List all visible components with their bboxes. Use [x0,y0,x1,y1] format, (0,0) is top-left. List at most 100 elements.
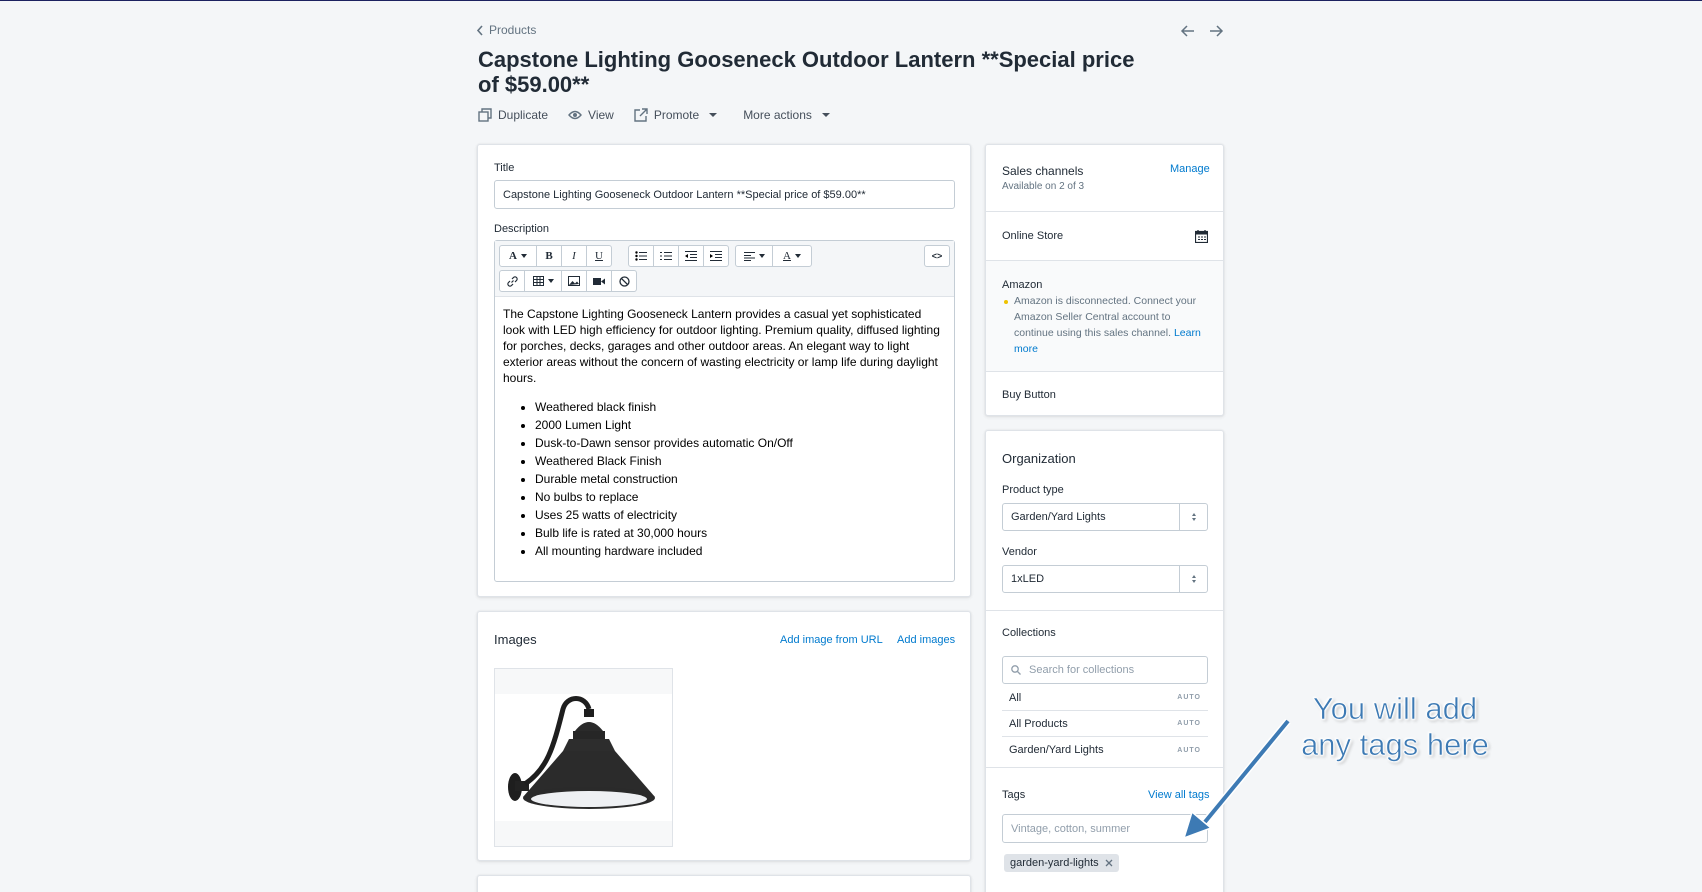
auto-badge: AUTO [1177,694,1201,701]
numbered-list-icon[interactable] [653,245,679,267]
sales-channels-heading: Sales channels [1002,164,1084,178]
description-editor: A B I U A <> The Capstone Lighting Goose… [494,240,955,582]
images-heading: Images [494,632,537,647]
more-actions-button[interactable]: More actions [743,108,830,122]
title-field[interactable]: Capstone Lighting Gooseneck Outdoor Lant… [494,180,955,209]
view-label: View [588,108,614,122]
bold-button[interactable]: B [536,245,562,267]
feature-item: Dusk-to-Dawn sensor provides automatic O… [535,434,946,452]
product-type-select[interactable]: Garden/Yard Lights [1002,503,1208,531]
caret-down-icon [709,113,718,117]
table-icon[interactable] [524,270,562,292]
description-paragraph: The Capstone Lighting Gooseneck Lantern … [503,307,940,385]
product-pager [1180,23,1224,39]
breadcrumb[interactable]: Products [476,23,536,37]
previous-product-icon[interactable] [1180,23,1196,39]
vendor-value: 1xLED [1011,573,1045,585]
toolbar-group-align: A [735,245,812,267]
title-field-value: Capstone Lighting Gooseneck Outdoor Lant… [503,188,866,201]
feature-item: Weathered black finish [535,398,946,416]
feature-list: Weathered black finish 2000 Lumen Light … [535,398,946,560]
toolbar-group-lists [628,245,729,267]
tags-placeholder: Vintage, cotton, summer [1011,822,1131,835]
sales-channels-card: Sales channels Manage Available on 2 of … [985,144,1224,416]
toolbar-group-html: <> [924,245,950,267]
align-icon[interactable] [735,245,773,267]
bullet-list-icon[interactable] [628,245,654,267]
organization-heading: Organization [1002,451,1076,466]
editor-toolbar: A B I U A <> [495,241,954,297]
search-icon [1011,665,1021,675]
feature-item: 2000 Lumen Light [535,416,946,434]
duplicate-button[interactable]: Duplicate [478,108,548,122]
underline-button[interactable]: U [586,245,612,267]
product-actions: Duplicate View Promote More actions [478,108,830,122]
annotation-line-2: any tags here [1301,727,1489,763]
italic-button[interactable]: I [561,245,587,267]
add-images-link[interactable]: Add images [897,634,955,646]
feature-item: No bulbs to replace [535,488,946,506]
images-card: Images Add image from URL Add images [477,611,971,861]
font-style-button[interactable]: A [499,245,537,267]
amazon-label: Amazon [1002,279,1043,291]
feature-item: Uses 25 watts of electricity [535,506,946,524]
annotation-arrow-icon [1182,718,1291,840]
annotation-line-1: You will add [1312,691,1478,727]
collection-name: All Products [1009,717,1068,730]
tag-chip: garden-yard-lights [1004,854,1119,872]
breadcrumb-products[interactable]: Products [489,23,536,37]
calendar-icon[interactable] [1195,230,1208,243]
manage-channels-link[interactable]: Manage [1170,163,1210,175]
toolbar-group-format: A B I U [499,245,612,267]
product-type-value: Garden/Yard Lights [1011,511,1106,523]
view-button[interactable]: View [568,108,614,122]
page-title: Capstone Lighting Gooseneck Outdoor Lant… [478,47,1135,97]
duplicate-label: Duplicate [498,108,549,122]
collections-search-input[interactable]: Search for collections [1002,656,1208,684]
lantern-image [495,669,672,846]
eye-icon [568,110,582,120]
promote-button[interactable]: Promote [634,108,718,122]
select-arrows-icon [1179,566,1207,592]
promote-label: Promote [653,108,700,122]
caret-down-icon [821,113,830,117]
channel-buy-button: Buy Button [986,371,1223,415]
channel-online-store: Online Store [986,211,1223,260]
online-store-label: Online Store [1002,230,1064,242]
tag-label: garden-yard-lights [1010,857,1099,869]
description-content[interactable]: The Capstone Lighting Gooseneck Lantern … [495,297,954,569]
tags-label: Tags [1002,789,1026,801]
more-actions-label: More actions [743,108,812,122]
html-view-button[interactable]: <> [924,245,950,267]
collection-item[interactable]: All AUTO [1002,685,1208,711]
collections-label: Collections [1002,627,1056,639]
select-arrows-icon [1179,504,1207,530]
product-image-thumbnail[interactable] [494,668,673,847]
video-icon[interactable] [586,270,612,292]
vendor-label: Vendor [1002,546,1037,558]
collections-search-placeholder: Search for collections [1029,664,1135,676]
feature-item: Bulb life is rated at 30,000 hours [535,524,946,542]
annotation-callout: You will add any tags here [1292,691,1498,763]
outdent-icon[interactable] [678,245,704,267]
link-icon[interactable] [499,270,525,292]
description-label: Description [494,223,550,235]
indent-icon[interactable] [703,245,729,267]
text-color-button[interactable]: A [772,245,812,267]
duplicate-icon [478,108,492,122]
image-icon[interactable] [561,270,587,292]
buy-button-label: Buy Button [1002,389,1056,401]
vendor-select[interactable]: 1xLED [1002,565,1208,593]
channel-amazon: Amazon Amazon is disconnected. Connect y… [986,260,1223,371]
amazon-notice: Amazon is disconnected. Connect your Ama… [1014,293,1204,357]
collection-name: All [1009,691,1022,704]
next-product-icon[interactable] [1208,23,1224,39]
product-type-label: Product type [1002,484,1064,496]
general-card: Title Capstone Lighting Gooseneck Outdoo… [477,144,971,597]
collection-name: Garden/Yard Lights [1009,744,1104,756]
chevron-left-icon [476,24,483,36]
remove-tag-icon[interactable] [1105,859,1113,867]
clear-formatting-icon[interactable] [611,270,637,292]
next-card [477,875,971,892]
add-image-from-url-link[interactable]: Add image from URL [780,634,883,646]
